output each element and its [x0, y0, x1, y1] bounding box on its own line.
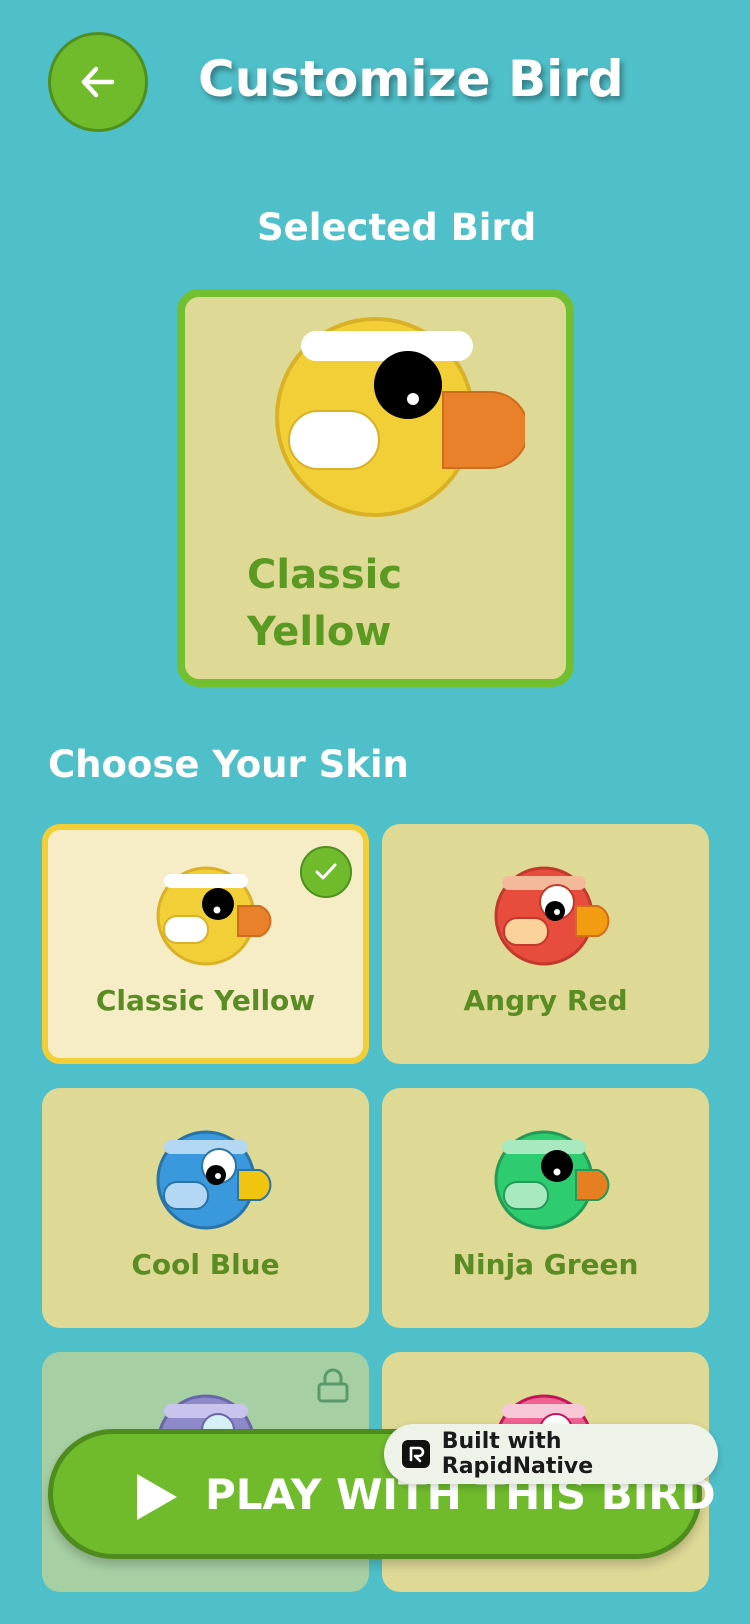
bird-angry-red-image — [494, 866, 610, 966]
page-title: Customize Bird — [198, 50, 624, 108]
skin-name-classic-yellow: Classic Yellow — [95, 984, 316, 1017]
built-with-label: Built with RapidNative — [441, 1429, 594, 1479]
built-with-badge[interactable]: Built with RapidNative — [384, 1424, 718, 1484]
selected-bird-name: Classic Yellow — [247, 552, 403, 655]
choose-skin-heading: Choose Your Skin — [48, 743, 409, 786]
bird-ninja-green-image — [494, 1130, 610, 1230]
skin-card-cool-blue[interactable]: Cool Blue — [42, 1088, 369, 1328]
back-button[interactable] — [48, 32, 148, 132]
rapidnative-logo-icon — [402, 1440, 430, 1468]
selected-bird-card: Classic Yellow — [177, 289, 574, 687]
arrow-left-icon — [81, 66, 115, 98]
skin-card-angry-red[interactable]: Angry Red — [382, 824, 709, 1064]
play-icon — [137, 1474, 177, 1520]
selected-bird-image — [275, 317, 525, 517]
selected-bird-heading: Selected Bird — [257, 206, 537, 249]
skin-name-ninja-green: Ninja Green — [452, 1248, 639, 1281]
bird-classic-yellow-image — [156, 866, 272, 966]
selected-check-badge — [300, 846, 352, 898]
skin-name-angry-red: Angry Red — [463, 984, 628, 1017]
lock-icon — [317, 1368, 349, 1403]
bird-cool-blue-image — [156, 1130, 272, 1230]
check-icon — [315, 863, 337, 880]
skin-name-cool-blue: Cool Blue — [131, 1248, 280, 1281]
skin-card-classic-yellow[interactable]: Classic Yellow — [42, 824, 369, 1064]
skin-card-ninja-green[interactable]: Ninja Green — [382, 1088, 709, 1328]
header: Customize Bird — [0, 0, 750, 170]
